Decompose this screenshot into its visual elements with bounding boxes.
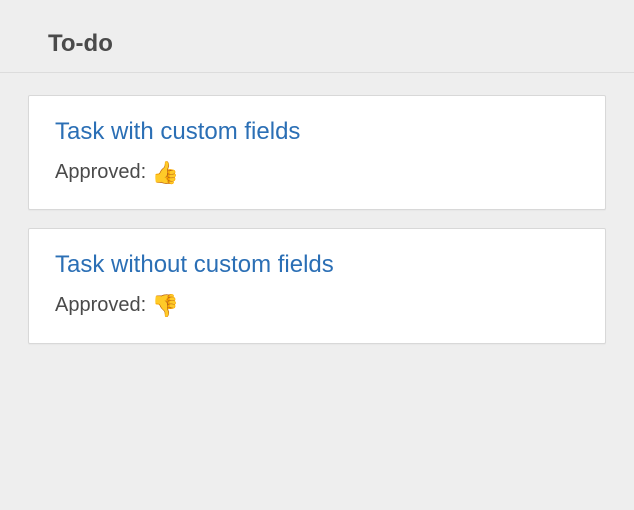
task-field-row: Approved: 👍 [55,159,579,188]
task-card[interactable]: Task without custom fields Approved: 👎 [28,228,606,343]
task-title-link[interactable]: Task with custom fields [55,118,579,147]
task-card[interactable]: Task with custom fields Approved: 👍 [28,95,606,210]
section-title: To-do [48,30,606,58]
field-label: Approved: [55,161,146,183]
divider [0,72,634,73]
thumbs-down-icon: 👎 [152,293,179,318]
task-title-link[interactable]: Task without custom fields [55,251,579,280]
task-field-row: Approved: 👎 [55,292,579,321]
thumbs-up-icon: 👍 [152,160,179,185]
field-label: Approved: [55,294,146,316]
todo-section: To-do Task with custom fields Approved: … [0,0,634,392]
